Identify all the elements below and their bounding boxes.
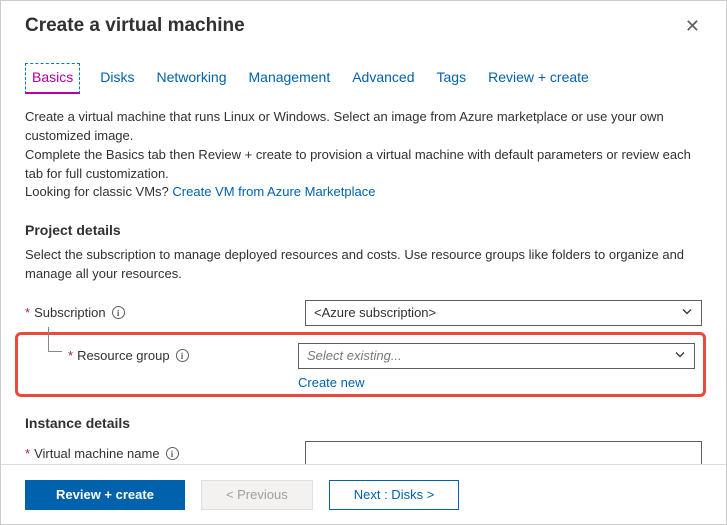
tab-disks[interactable]: Disks <box>98 63 136 94</box>
vm-name-input[interactable] <box>305 441 702 464</box>
intro-line1: Create a virtual machine that runs Linux… <box>25 109 664 143</box>
resource-group-row: * Resource group i Select existing... <box>26 341 695 371</box>
info-icon[interactable]: i <box>176 349 189 362</box>
subscription-label: * Subscription i <box>25 305 305 320</box>
tab-networking[interactable]: Networking <box>154 63 228 94</box>
required-marker: * <box>68 348 73 363</box>
footer-bar: Review + create < Previous Next : Disks … <box>1 464 726 524</box>
content-area: Basics Disks Networking Management Advan… <box>1 49 726 464</box>
marketplace-link[interactable]: Create VM from Azure Marketplace <box>172 184 375 199</box>
close-icon[interactable]: ✕ <box>679 15 706 37</box>
chevron-down-icon <box>681 305 693 320</box>
resource-group-dropdown[interactable]: Select existing... <box>298 343 695 369</box>
tab-review-create[interactable]: Review + create <box>486 63 591 94</box>
resource-group-label: * Resource group i <box>68 348 298 363</box>
dialog-title: Create a virtual machine <box>25 15 245 37</box>
review-create-button[interactable]: Review + create <box>25 480 185 510</box>
required-marker: * <box>25 446 30 461</box>
create-new-link[interactable]: Create new <box>298 375 364 390</box>
subscription-row: * Subscription i <Azure subscription> <box>25 298 702 328</box>
intro-line2: Complete the Basics tab then Review + cr… <box>25 147 691 181</box>
tree-connector <box>26 341 68 371</box>
project-details-desc: Select the subscription to manage deploy… <box>25 246 702 284</box>
tab-basics[interactable]: Basics <box>25 63 80 94</box>
instance-details-heading: Instance details <box>25 415 702 431</box>
next-button[interactable]: Next : Disks > <box>329 480 460 510</box>
info-icon[interactable]: i <box>166 447 179 460</box>
chevron-down-icon <box>674 348 686 363</box>
intro-line3-prefix: Looking for classic VMs? <box>25 184 172 199</box>
tab-bar: Basics Disks Networking Management Advan… <box>25 63 702 94</box>
tab-advanced[interactable]: Advanced <box>350 63 416 94</box>
resource-group-highlight: * Resource group i Select existing... Cr… <box>15 332 706 397</box>
previous-button: < Previous <box>201 480 313 510</box>
intro-text: Create a virtual machine that runs Linux… <box>25 108 702 202</box>
tab-management[interactable]: Management <box>247 63 333 94</box>
subscription-dropdown[interactable]: <Azure subscription> <box>305 300 702 326</box>
info-icon[interactable]: i <box>112 306 125 319</box>
project-details-heading: Project details <box>25 222 702 238</box>
vm-name-label: * Virtual machine name i <box>25 446 305 461</box>
vm-name-row: * Virtual machine name i <box>25 439 702 464</box>
tab-tags[interactable]: Tags <box>435 63 469 94</box>
dialog-header: Create a virtual machine ✕ <box>1 1 726 45</box>
required-marker: * <box>25 305 30 320</box>
